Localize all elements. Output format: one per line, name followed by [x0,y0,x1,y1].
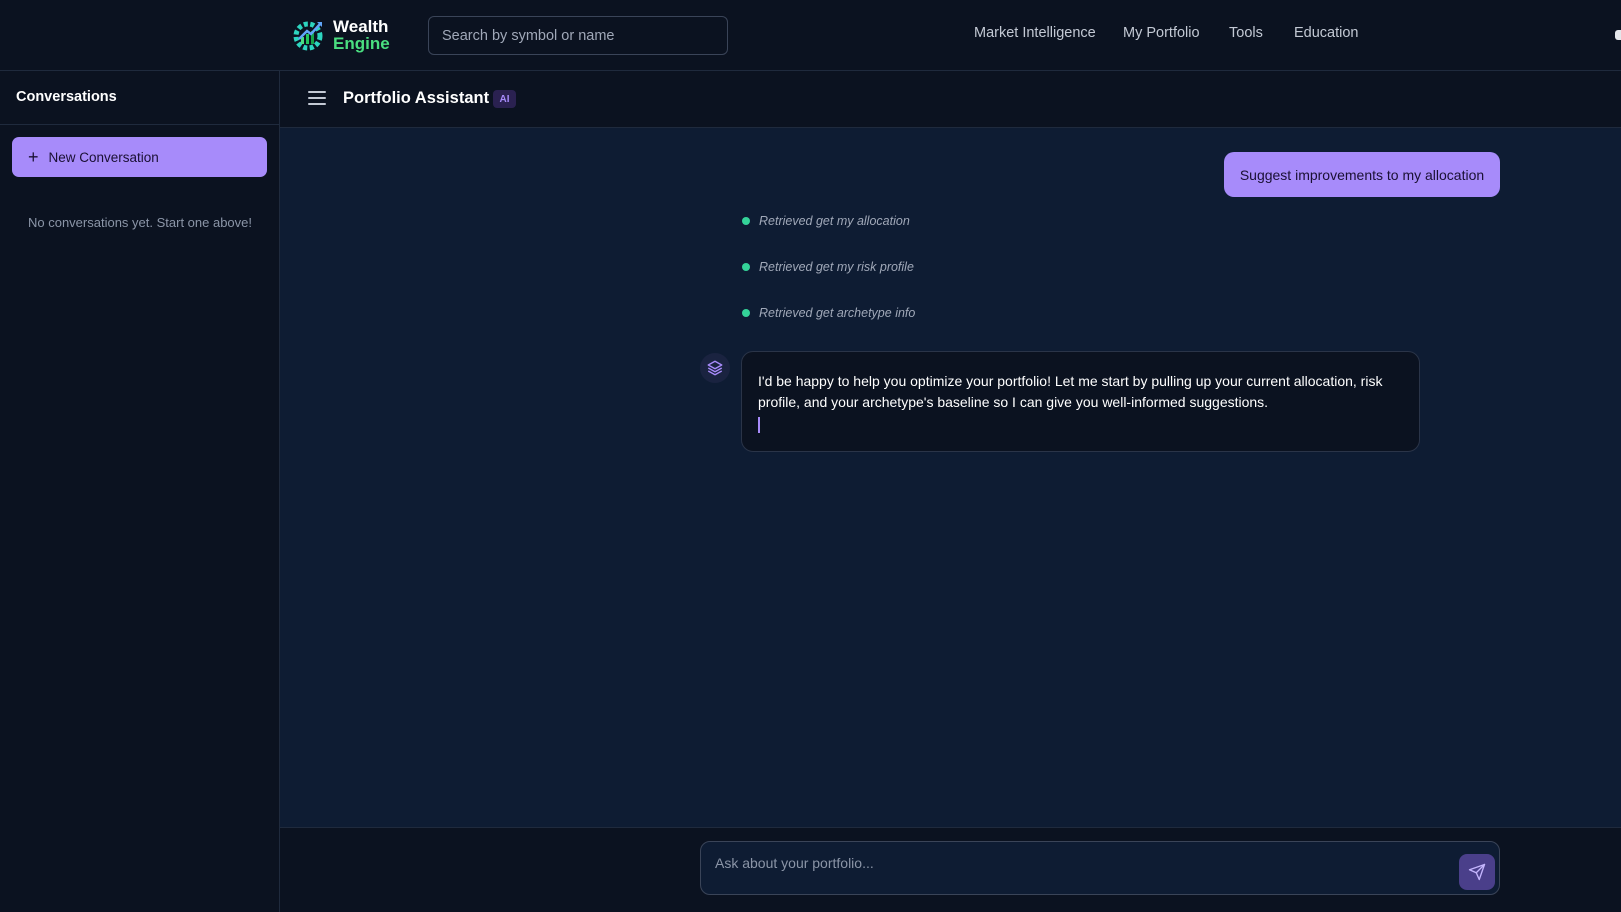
message-input[interactable] [715,852,1435,874]
tool-call-text: Retrieved get my risk profile [759,260,914,274]
brand-name-line2: Engine [333,34,390,53]
user-icon[interactable] [1615,30,1621,40]
new-conversation-button[interactable]: + New Conversation [12,137,267,177]
brand-logo[interactable]: Wealth Engine [291,16,390,54]
message-composer [700,841,1500,895]
tool-call-status: Retrieved get my risk profile [742,260,914,274]
hamburger-icon[interactable] [308,91,326,107]
page-title: Portfolio Assistant [343,89,490,107]
nav-education[interactable]: Education [1294,25,1359,41]
sidebar-title: Conversations [0,71,279,125]
assistant-message-bubble: I'd be happy to help you optimize your p… [741,351,1420,452]
tool-call-text: Retrieved get archetype info [759,306,916,320]
composer-area [280,827,1621,912]
chat-main: Portfolio Assistant AI Suggest improveme… [280,71,1621,912]
status-dot-icon [742,309,750,317]
ai-badge: AI [493,90,516,108]
send-icon [1468,863,1486,881]
search-input[interactable] [428,16,728,55]
nav-market-intelligence[interactable]: Market Intelligence [974,25,1096,41]
empty-conversations-note: No conversations yet. Start one above! [27,215,252,230]
conversations-sidebar: Conversations + New Conversation No conv… [0,71,280,912]
status-dot-icon [742,263,750,271]
send-button[interactable] [1459,854,1495,890]
typing-cursor [758,417,760,433]
nav-my-portfolio[interactable]: My Portfolio [1123,25,1200,41]
tool-call-status: Retrieved get my allocation [742,214,910,228]
tool-call-status: Retrieved get archetype info [742,306,915,320]
new-conversation-label: New Conversation [48,149,159,165]
layers-icon [707,360,723,376]
plus-icon: + [28,147,39,167]
gear-chart-logo-icon [293,21,323,51]
tool-call-text: Retrieved get my allocation [759,214,910,228]
status-dot-icon [742,217,750,225]
user-message-bubble: Suggest improvements to my allocation [1224,152,1500,197]
assistant-avatar [700,353,730,383]
assistant-message-text: I'd be happy to help you optimize your p… [758,373,1383,410]
top-navigation-bar: Wealth Engine Market Intelligence My Por… [0,0,1621,71]
brand-name-line1: Wealth [333,17,389,36]
chat-header: Portfolio Assistant AI [280,71,1621,128]
nav-tools[interactable]: Tools [1229,25,1263,41]
